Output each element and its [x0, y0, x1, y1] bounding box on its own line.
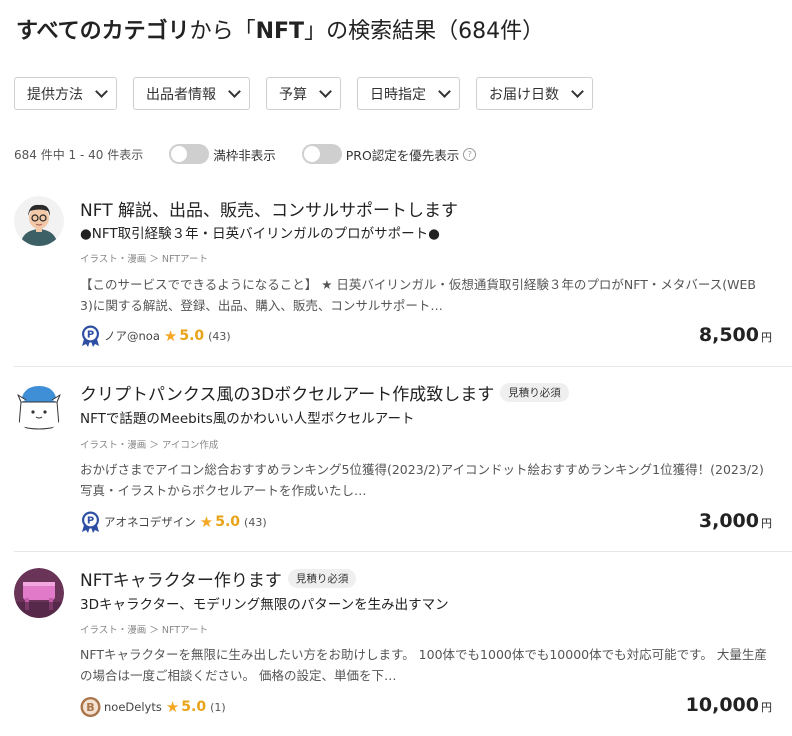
price-currency: 円	[761, 517, 772, 530]
seller-info[interactable]: P アオネコデザイン ★ 5.0 (43)	[80, 511, 267, 533]
listing-description: NFTキャラクターを無限に生み出したい方をお助けします。 100体でも1000体…	[80, 647, 767, 683]
chevron-down-icon	[571, 84, 584, 98]
price-value: 3,000	[698, 510, 759, 532]
svg-text:P: P	[87, 516, 94, 527]
seller-name[interactable]: ノア@noa	[104, 328, 160, 344]
review-count: (43)	[244, 515, 267, 529]
filter-label: お届け日数	[489, 86, 559, 103]
filter-label: 予算	[279, 86, 307, 103]
listing-title-text[interactable]: NFTキャラクター作ります	[80, 566, 282, 591]
listing-subtitle: ●NFT取引経験３年・日英バイリンガルのプロがサポート●	[80, 226, 440, 242]
filter-label: 出品者情報	[146, 86, 216, 103]
bronze-medal-icon: B	[80, 697, 101, 717]
review-count: (1)	[210, 700, 226, 714]
listing-title[interactable]: NFT 解説、出品、販売、コンサルサポートします	[80, 196, 458, 221]
price-value: 8,500	[698, 324, 759, 346]
listing-title-text[interactable]: クリプトパンクス風の3Dボクセルアート作成致します	[80, 380, 494, 405]
title-suffix: 」の検索結果	[304, 19, 437, 44]
listing-breadcrumb[interactable]: イラスト・漫画 ＞ NFTアート	[80, 622, 208, 636]
filter-label: 提供方法	[27, 86, 83, 103]
seller-info[interactable]: B noeDelyts ★ 5.0 (1)	[80, 696, 226, 718]
svg-text:B: B	[86, 701, 94, 714]
seller-name[interactable]: noeDelyts	[104, 700, 162, 714]
title-category: すべてのカテゴリ	[16, 19, 190, 44]
filter-seller-info[interactable]: 出品者情報	[133, 77, 250, 110]
listing-subtitle: NFTで話題のMeebits風のかわいい人型ボクセルアート	[80, 411, 415, 427]
result-count: 684 件中 1 - 40 件表示	[14, 147, 144, 162]
listing-subtitle: 3Dキャラクター、モデリング無限のパターンを生み出すマン	[80, 597, 449, 613]
filter-label: 日時指定	[370, 86, 426, 103]
price-currency: 円	[761, 701, 772, 714]
seller-name[interactable]: アオネコデザイン	[104, 514, 196, 530]
divider	[14, 366, 792, 367]
rating-value: 5.0	[179, 328, 205, 344]
toggle-label: PRO認定を優先表示	[345, 147, 460, 163]
platinum-medal-icon: P	[82, 511, 99, 533]
listing-description: 【このサービスでできるようになること】 ★ 日英バイリンガル・仮想通貨取引経験３…	[80, 277, 756, 313]
title-count: （684件）	[436, 19, 545, 44]
filter-delivery-method[interactable]: 提供方法	[14, 77, 117, 110]
hide-full-toggle[interactable]: 満枠非表示	[169, 144, 276, 164]
results-bar: 684 件中 1 - 40 件表示 満枠非表示 PRO認定を優先表示 ?	[14, 143, 477, 165]
page-title: すべてのカテゴリから「NFT」の検索結果（684件）	[16, 16, 544, 48]
platinum-medal-icon: P	[82, 325, 99, 347]
filter-bar: 提供方法 出品者情報 予算 日時指定 お届け日数	[14, 77, 609, 110]
seller-info[interactable]: P ノア@noa ★ 5.0 (43)	[80, 325, 231, 347]
listing-title[interactable]: クリプトパンクス風の3Dボクセルアート作成致します 見積り必須	[80, 380, 569, 405]
chevron-down-icon	[95, 84, 108, 98]
star-icon: ★	[163, 327, 178, 345]
rating-value: 5.0	[181, 699, 207, 715]
toggle-label: 満枠非表示	[213, 147, 276, 163]
price-currency: 円	[761, 331, 772, 344]
avatar	[14, 568, 64, 618]
toggle-track[interactable]	[301, 144, 342, 164]
quote-required-badge: 見積り必須	[287, 569, 357, 588]
chevron-down-icon	[438, 84, 451, 98]
quote-required-badge: 見積り必須	[500, 383, 569, 402]
rating-value: 5.0	[215, 514, 241, 530]
filter-datetime[interactable]: 日時指定	[357, 77, 460, 110]
chevron-down-icon	[319, 84, 332, 98]
star-icon: ★	[165, 698, 180, 716]
listing-breadcrumb[interactable]: イラスト・漫画 ＞ NFTアート	[80, 251, 208, 265]
listing-price: 3,000 円	[699, 510, 772, 532]
help-icon[interactable]: ?	[463, 147, 477, 161]
listing-breadcrumb[interactable]: イラスト・漫画 ＞ アイコン作成	[80, 437, 218, 451]
chevron-down-icon	[228, 84, 241, 98]
toggle-knob	[171, 146, 188, 162]
listing-title[interactable]: NFTキャラクター作ります 見積り必須	[80, 566, 357, 591]
star-icon: ★	[199, 513, 214, 531]
toggle-knob	[303, 146, 320, 162]
pro-priority-toggle[interactable]: PRO認定を優先表示 ?	[301, 144, 477, 164]
title-middle: から「	[189, 19, 256, 44]
listing-price: 8,500 円	[699, 324, 772, 346]
filter-delivery-days[interactable]: お届け日数	[476, 77, 593, 110]
title-query: NFT	[255, 19, 305, 44]
listing-price: 10,000 円	[686, 694, 772, 716]
avatar	[14, 382, 64, 432]
review-count: (43)	[208, 329, 231, 343]
listing-title-text[interactable]: NFT 解説、出品、販売、コンサルサポートします	[80, 196, 458, 221]
svg-text:P: P	[87, 330, 94, 341]
price-value: 10,000	[685, 694, 759, 716]
toggle-track[interactable]	[169, 144, 210, 164]
avatar	[14, 196, 64, 246]
listing-description: おかげさまでアイコン総合おすすめランキング5位獲得(2023/2)アイコンドット…	[80, 462, 764, 498]
divider	[14, 551, 792, 552]
filter-budget[interactable]: 予算	[266, 77, 341, 110]
